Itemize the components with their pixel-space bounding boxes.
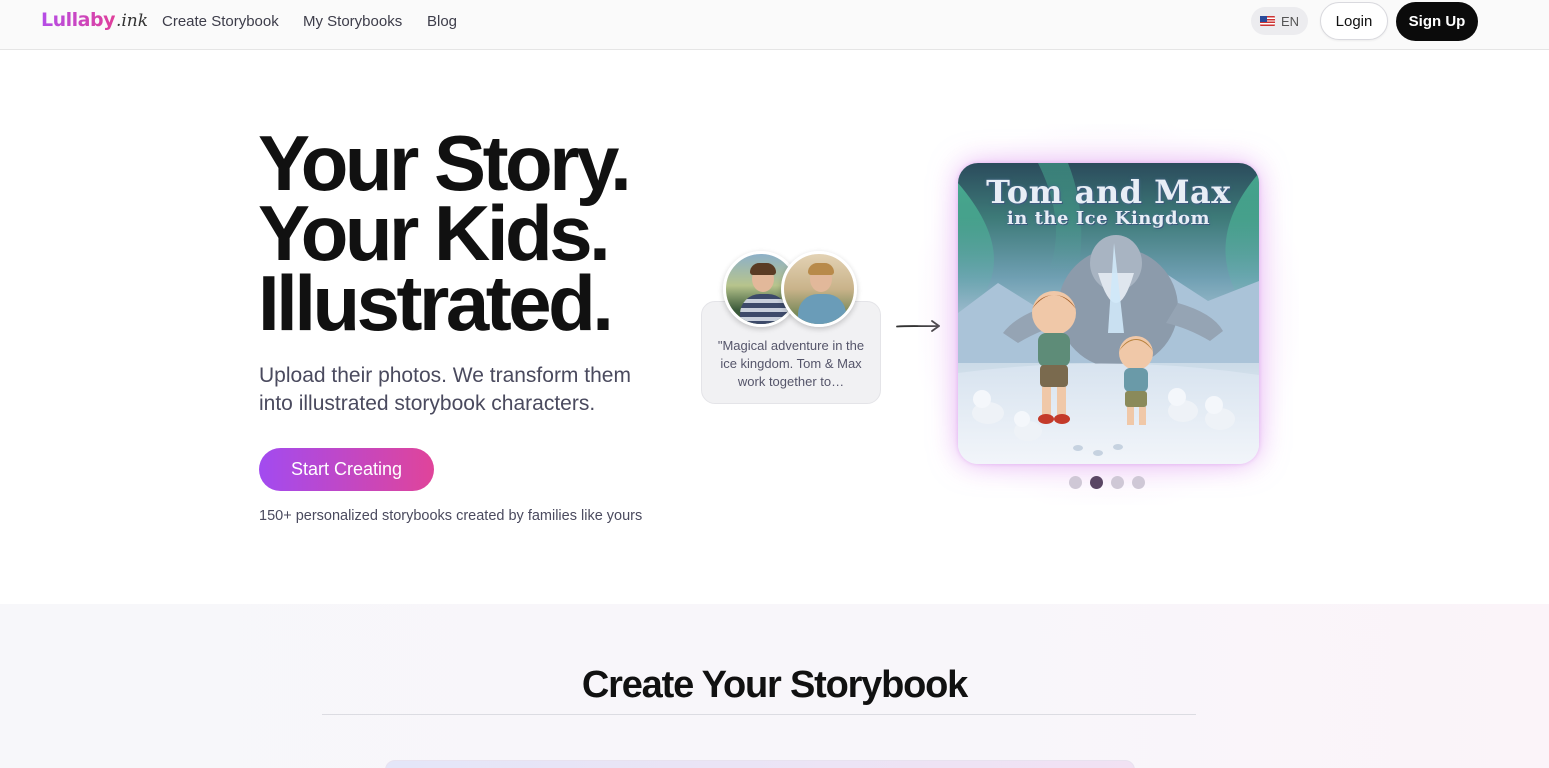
login-button[interactable]: Login <box>1320 2 1388 40</box>
cover-title-line-1: Tom and Max <box>986 173 1231 211</box>
story-prompt-text: "Magical adventure in the ice kingdom. T… <box>717 338 865 389</box>
start-creating-button[interactable]: Start Creating <box>259 448 434 491</box>
signup-button[interactable]: Sign Up <box>1396 2 1478 41</box>
carousel-dot[interactable] <box>1132 476 1145 489</box>
storybook-cover-image[interactable]: Tom and Max in the Ice Kingdom <box>958 163 1259 464</box>
nav-link-my-storybooks[interactable]: My Storybooks <box>303 13 402 30</box>
nav-link-blog[interactable]: Blog <box>427 13 457 30</box>
cover-title-line-2: in the Ice Kingdom <box>1006 208 1211 229</box>
logo[interactable]: Lullaby .ink <box>41 9 148 35</box>
cover-title: Tom and Max in the Ice Kingdom <box>958 175 1259 229</box>
headline-line-3: Illustrated. <box>258 259 614 347</box>
create-form-card <box>385 760 1135 768</box>
carousel-dot[interactable] <box>1111 476 1124 489</box>
carousel-dot-active[interactable] <box>1090 476 1103 489</box>
language-label: EN <box>1280 13 1300 29</box>
hero-headline: Your Story. Your Kids. Illustrated. <box>258 119 632 347</box>
top-nav: Lullaby .ink Create Storybook My Storybo… <box>0 0 1549 50</box>
headline-line-1: Your Story. <box>258 119 632 207</box>
carousel-dots <box>1069 476 1145 489</box>
hero-subhead: Upload their photos. We transform them i… <box>259 364 631 415</box>
child-photo-avatar <box>781 251 857 327</box>
logo-suffix: .ink <box>115 11 149 31</box>
logo-wordmark: Lullaby <box>41 9 115 31</box>
social-proof-text: 150+ personalized storybooks created by … <box>259 508 643 524</box>
carousel-dot[interactable] <box>1069 476 1082 489</box>
us-flag-icon <box>1259 16 1275 26</box>
language-selector[interactable]: EN <box>1251 7 1308 35</box>
section-title: Create Your Storybook <box>581 664 968 706</box>
headline-line-2: Your Kids. <box>258 189 611 277</box>
nav-link-create-storybook[interactable]: Create Storybook <box>162 13 279 30</box>
section-divider <box>322 714 1196 715</box>
